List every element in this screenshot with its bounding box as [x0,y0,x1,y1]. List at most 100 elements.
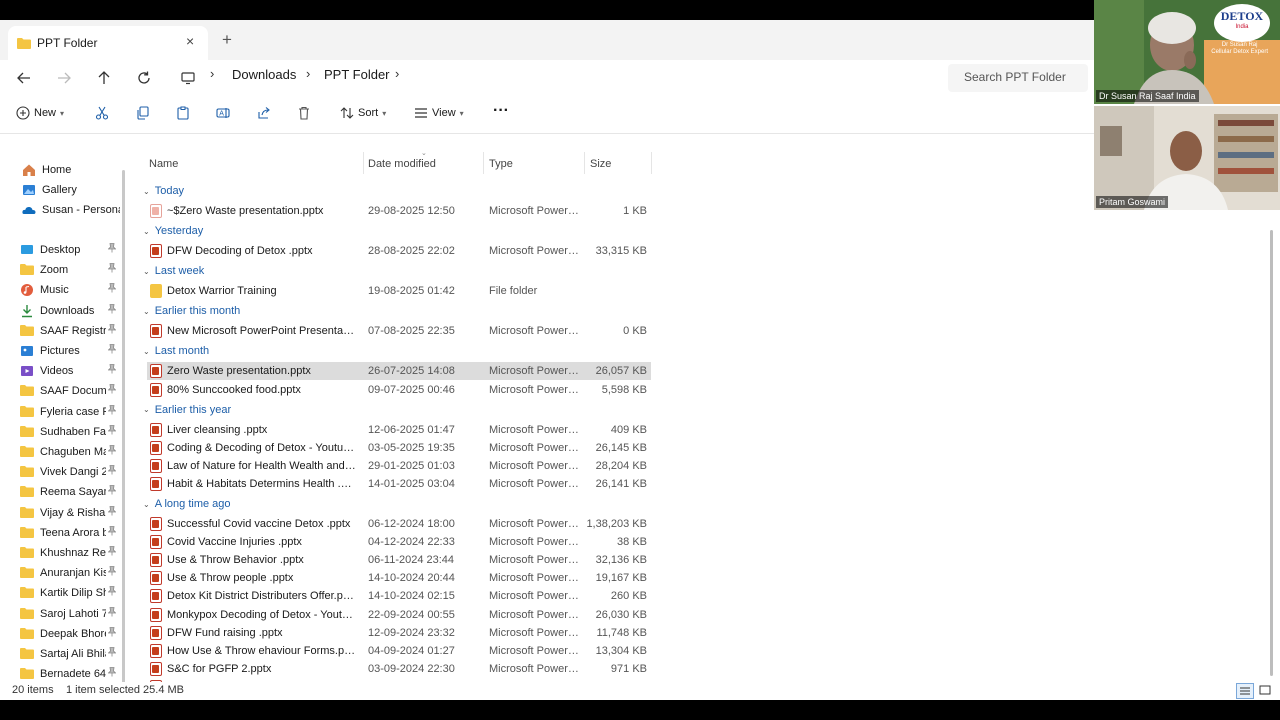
new-button[interactable]: New ▾ [16,106,64,120]
sidebar-item[interactable]: Sartaj Ali Bhila [20,644,120,664]
file-row[interactable]: S&C for PGFP 2.pptx 03-09-2024 22:30 Micro… [147,660,651,678]
sidebar-item[interactable]: Teena Arora bl [20,523,120,543]
sidebar-item[interactable]: Deepak Bhore [20,624,120,644]
copy-button[interactable] [136,106,150,120]
file-type: Microsoft PowerPo... [489,608,579,621]
file-size: 19,167 KB [595,572,647,585]
video-tile-host[interactable]: DETOX India Dr Susan Raj Cellular Detox … [1094,0,1280,104]
sidebar-item[interactable]: Desktop [20,240,120,260]
back-button[interactable] [12,66,36,90]
search-input[interactable] [948,64,1088,90]
column-divider[interactable] [363,152,364,174]
file-row[interactable]: Coding & Decoding of Detox - Youtube... 0… [147,439,651,457]
sort-button[interactable]: Sort ▾ [340,106,386,120]
sidebar-item[interactable]: Fyleria case Fa [20,402,120,422]
column-header-name[interactable]: Name [149,158,178,170]
sidebar-item[interactable]: Kartik Dilip Sh [20,583,120,603]
column-divider[interactable] [584,152,585,174]
sidebar-item[interactable]: Downloads [20,301,120,321]
sidebar-scrollbar[interactable] [122,170,125,694]
file-row[interactable]: DFW Decoding of Detox .pptx 28-08-2025 22… [147,242,651,260]
group-header[interactable]: ⌄ Last month [143,343,209,359]
breadcrumb-downloads[interactable]: Downloads [232,67,296,82]
file-row[interactable]: Habit & Habitats Determins Health .pptx 1… [147,475,651,493]
videos-icon [20,364,34,378]
sidebar-item[interactable]: Home [22,160,120,180]
powerpoint-file-icon [150,324,162,339]
group-header[interactable]: ⌄ A long time ago [143,496,231,512]
new-label: New [34,107,57,119]
sidebar-item[interactable]: Vivek Dangi 27 [20,462,120,482]
sidebar-item[interactable]: Reema Sayanv [20,482,120,502]
share-button[interactable] [257,106,271,120]
sidebar-item[interactable]: Bernadete 64Y [20,664,120,682]
sidebar-item[interactable]: SAAF Registrat [20,321,120,341]
sidebar-item[interactable]: Chaguben Mal [20,442,120,462]
tiles-view-button[interactable] [1258,683,1274,699]
file-row[interactable]: Detox Warrior Training 19-08-2025 01:42 Fi… [147,282,651,300]
up-button[interactable] [92,66,116,90]
file-name: Coding & Decoding of Detox - Youtube... [167,441,357,454]
this-pc-button[interactable] [176,66,200,90]
rename-button[interactable]: A [216,106,230,120]
refresh-button[interactable] [132,66,156,90]
more-options-button[interactable]: ··· [493,102,509,120]
sidebar-item-label: Videos [40,365,74,378]
column-header-type[interactable]: Type [489,158,513,170]
sidebar-item[interactable]: Susan - Personal [22,200,120,220]
sidebar-item[interactable]: SAAF Docume [20,381,120,401]
file-row[interactable]: Covid Vaccine Injuries .pptx 04-12-2024 2… [147,533,651,551]
pin-icon [107,465,117,477]
cut-button[interactable] [95,106,109,120]
forward-button[interactable] [52,66,76,90]
column-divider[interactable] [483,152,484,174]
content-scrollbar[interactable] [1270,230,1273,676]
file-row[interactable]: Law of Nature for Health Wealth and hap.… [147,457,651,475]
sidebar-item[interactable]: Sudhaben Fald [20,422,120,442]
group-header[interactable]: ⌄ Today [143,183,184,199]
file-row[interactable]: DFW Fund raising .pptx 12-09-2024 23:32 Mi… [147,624,651,642]
sidebar-item-label: Pictures [40,345,80,357]
file-row[interactable]: 80% Sunccooked food.pptx 09-07-2025 00:46… [147,381,651,399]
file-row[interactable]: ~$Zero Waste presentation.pptx 29-08-2025… [147,202,651,220]
details-view-button[interactable] [1236,683,1254,699]
file-row[interactable]: Monkypox Decoding of Detox - Youtube ...… [147,606,651,624]
folder-icon [20,425,34,439]
group-header[interactable]: ⌄ Last week [143,263,204,279]
group-header[interactable]: ⌄ Earlier this year [143,402,231,418]
delete-button[interactable] [297,106,311,120]
column-header-size[interactable]: Size [590,158,611,170]
sidebar-item[interactable]: Videos [20,361,120,381]
sidebar-item[interactable]: Vijay & Rishab [20,503,120,523]
group-header[interactable]: ⌄ Yesterday [143,223,203,239]
column-header-date[interactable]: Date modified [368,158,436,170]
sidebar-item[interactable]: Zoom [20,260,120,280]
file-row[interactable]: How Use & Throw ehaviour Forms.pptx 04-09… [147,642,651,660]
group-header[interactable]: ⌄ Earlier this month [143,303,240,319]
sidebar-item[interactable]: Pictures [20,341,120,361]
file-row[interactable]: New Microsoft PowerPoint Presentation.p.… [147,322,651,340]
sidebar-item[interactable]: Saroj Lahoti 7C [20,604,120,624]
new-tab-button[interactable]: + [222,31,232,48]
file-row[interactable]: Detox Kit District Distributers Offer.pp… [147,587,651,605]
paste-button[interactable] [176,106,190,120]
tab-ppt-folder[interactable]: PPT Folder × [8,26,208,60]
sidebar-item[interactable]: Gallery [22,180,120,200]
breadcrumb-ppt-folder[interactable]: PPT Folder [324,67,390,82]
file-row[interactable]: Zero Waste presentation.pptx 26-07-2025 1… [147,362,651,381]
powerpoint-file-icon [150,553,162,568]
file-name: 80% Sunccooked food.pptx [167,383,301,396]
view-button[interactable]: View ▾ [414,106,464,120]
video-tile-participant[interactable]: Pritam Goswami [1094,106,1280,210]
column-divider[interactable] [651,152,652,174]
sidebar-item[interactable]: Anuranjan Kisp [20,563,120,583]
file-row[interactable]: Liver cleansing .pptx 12-06-2025 01:47 Mic… [147,421,651,439]
file-row[interactable]: Use & Throw Behavior .pptx 06-11-2024 23:… [147,551,651,569]
sidebar-item[interactable]: Music [20,280,120,300]
file-row[interactable]: Use & Throw people .pptx 14-10-2024 20:44… [147,569,651,587]
folder-icon [20,506,34,520]
close-tab-icon[interactable]: × [186,33,194,49]
breadcrumb-expand-icon[interactable]: › [395,66,399,81]
sidebar-item[interactable]: Khushnaz Regc [20,543,120,563]
file-row[interactable]: Successful Covid vaccine Detox .pptx 06-1… [147,515,651,533]
